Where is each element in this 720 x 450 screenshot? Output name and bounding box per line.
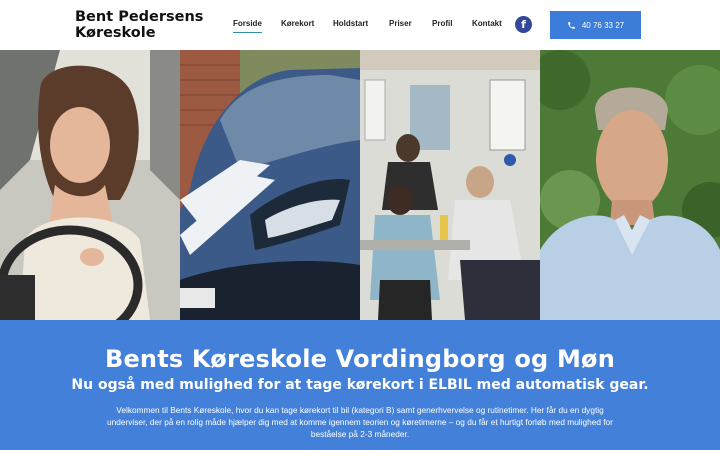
phone-number: 40 76 33 27	[581, 20, 625, 30]
photo-classroom	[360, 50, 540, 320]
photo-woman-driving	[0, 50, 180, 320]
hero-subtitle: Nu også med mulighed for at tage kørekor…	[71, 377, 649, 393]
photo-strip	[0, 50, 720, 320]
nav-kontakt[interactable]: Kontakt	[472, 19, 502, 28]
nav-korekort[interactable]: Kørekort	[281, 19, 314, 28]
photo-instructor-portrait	[540, 50, 720, 320]
facebook-icon[interactable]: f	[515, 16, 532, 33]
phone-button[interactable]: 40 76 33 27	[550, 11, 641, 39]
hero-title: Bents Køreskole Vordingborg og Møn	[104, 345, 616, 373]
photo-blue-car	[180, 50, 360, 320]
nav-holdstart[interactable]: Holdstart	[333, 19, 368, 28]
hero-section: Bents Køreskole Vordingborg og Møn Nu og…	[0, 320, 720, 450]
nav-forside[interactable]: Forside	[233, 19, 262, 33]
hero-body: Velkommen til Bents Køreskole, hvor du k…	[107, 405, 613, 439]
nav-priser[interactable]: Priser	[389, 19, 412, 28]
phone-icon	[567, 21, 575, 29]
nav-profil[interactable]: Profil	[432, 19, 452, 28]
site-header: Bent Pedersens Køreskole Forside Kørekor…	[0, 0, 720, 50]
